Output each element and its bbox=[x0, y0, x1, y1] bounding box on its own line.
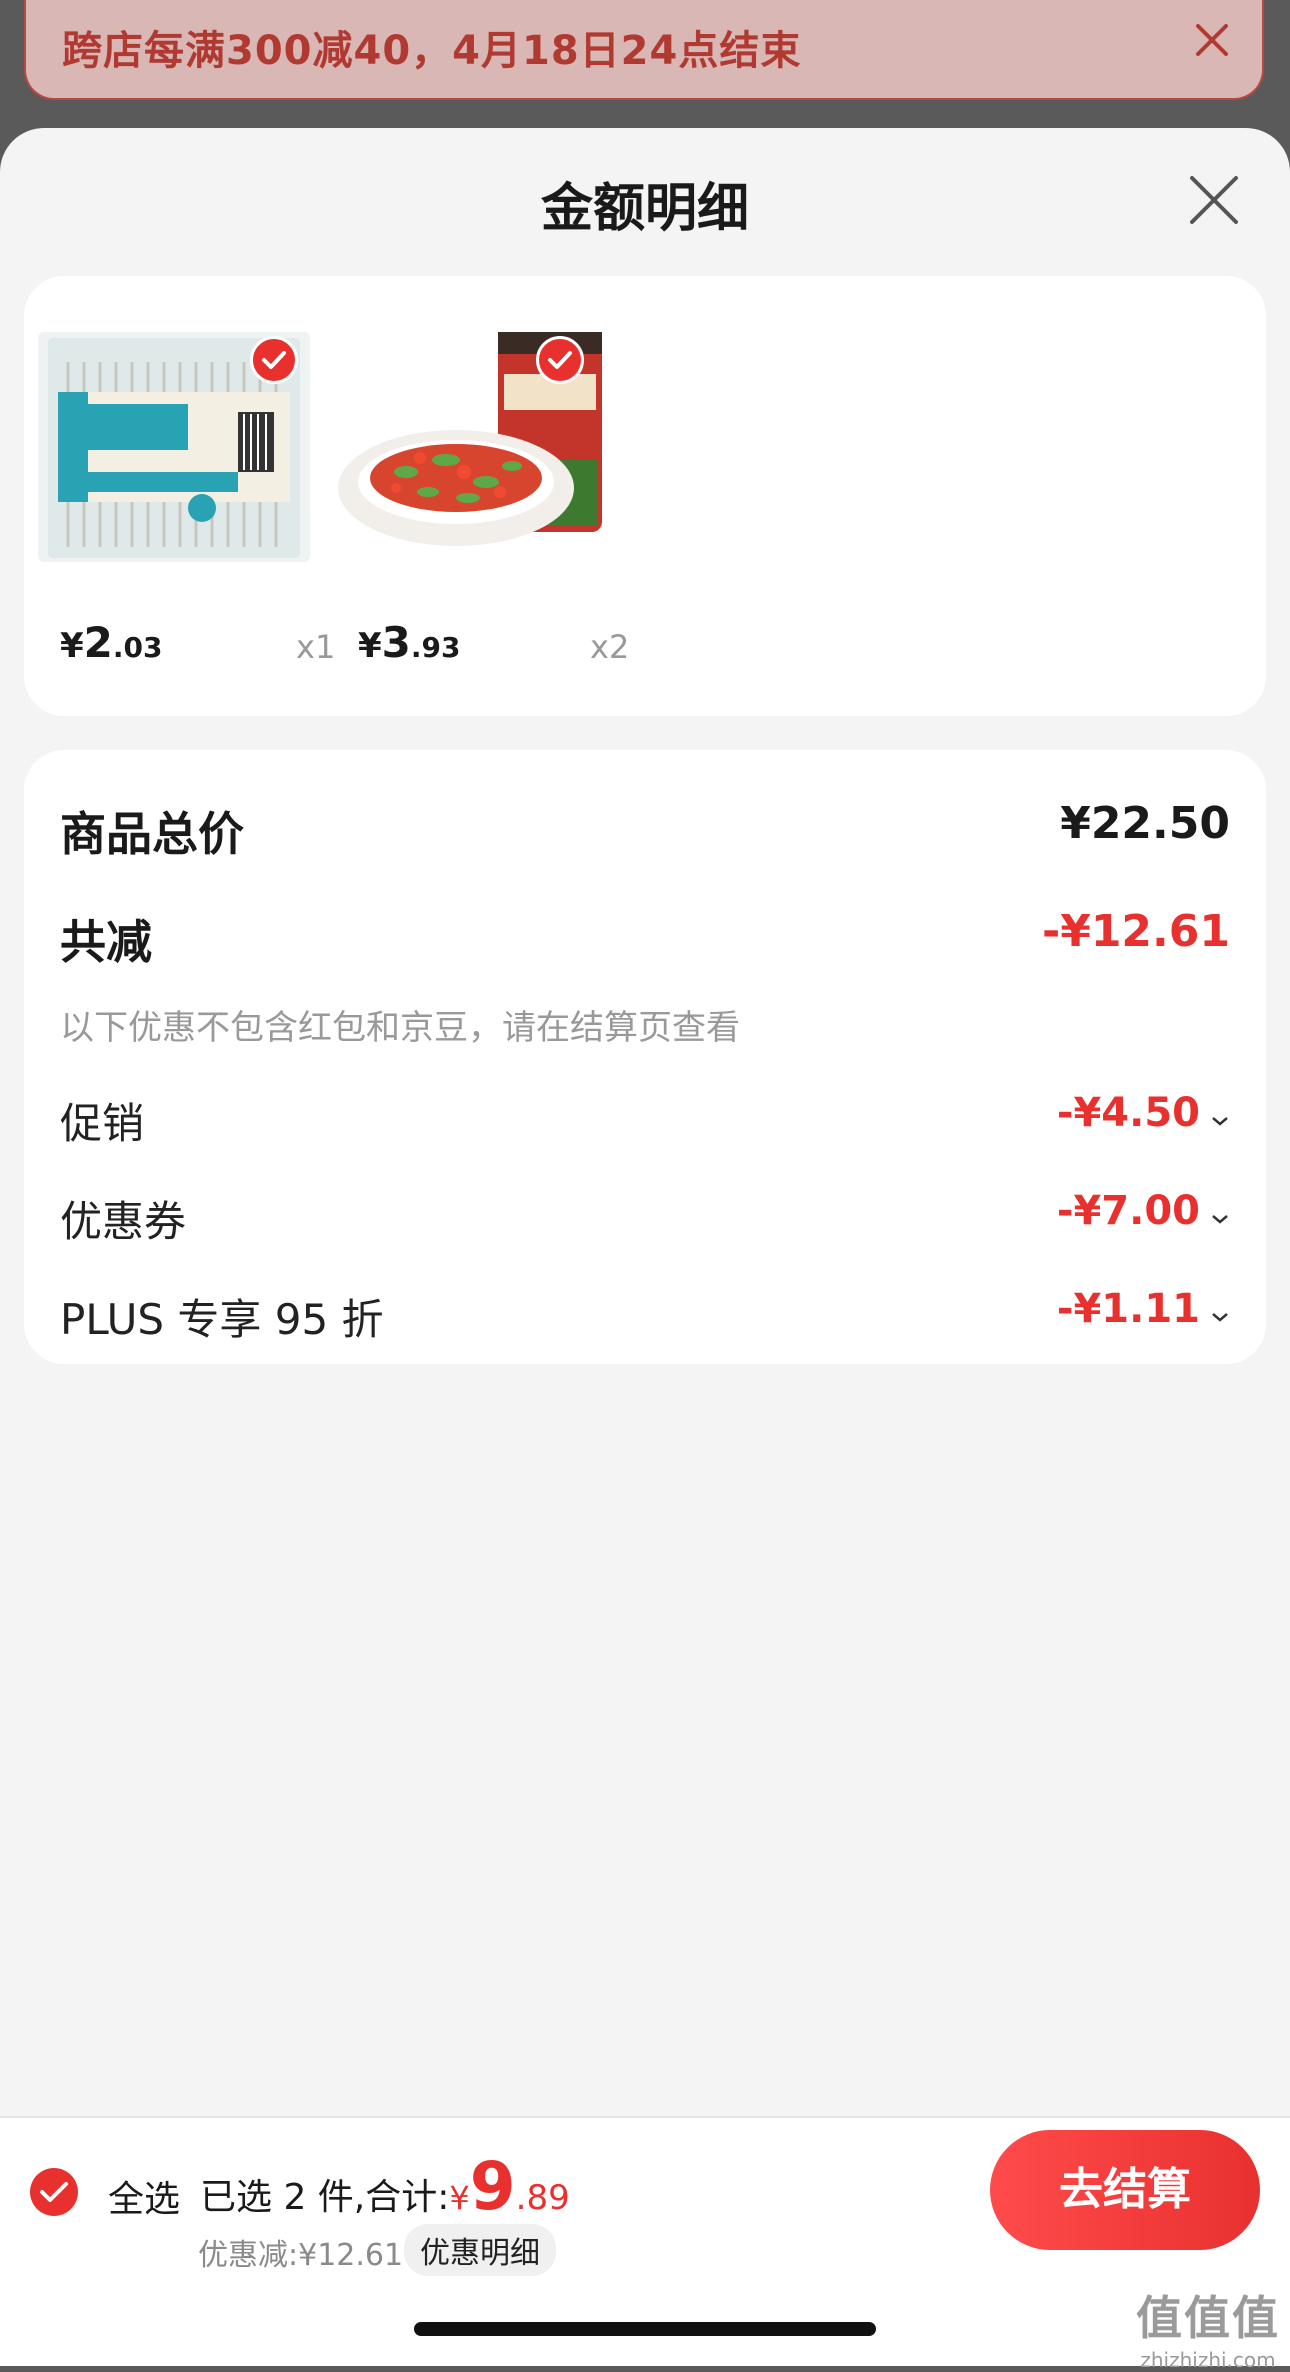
selected-total: 已选 2 件,合计:¥9.89 bbox=[200, 2148, 570, 2225]
product-item[interactable]: ¥3.93 x2 bbox=[322, 276, 629, 716]
discount-label: 促销 bbox=[60, 1099, 145, 1148]
checked-icon[interactable] bbox=[250, 336, 298, 384]
close-icon[interactable] bbox=[1190, 18, 1234, 62]
select-all-checkbox[interactable] bbox=[30, 2168, 78, 2216]
discount-summary: 优惠减:¥12.61 bbox=[198, 2238, 404, 2273]
discount-value: -¥1.11 bbox=[1057, 1286, 1230, 1334]
price-integer: 3 bbox=[381, 618, 411, 667]
price-currency: ¥ bbox=[60, 626, 84, 666]
home-indicator bbox=[414, 2322, 876, 2336]
chevron-down-icon bbox=[1210, 1288, 1230, 1334]
price-currency: ¥ bbox=[358, 626, 382, 666]
total-integer: 9 bbox=[469, 2148, 516, 2225]
watermark: 值值值 zhizhizhi.com bbox=[1136, 2282, 1280, 2372]
chevron-down-icon bbox=[1210, 1190, 1230, 1236]
price-summary-card: 商品总价 ¥22.50 共减 -¥12.61 以下优惠不包含红包和京豆，请在结算… bbox=[24, 750, 1266, 1364]
goods-total-label: 商品总价 bbox=[60, 807, 244, 861]
discount-label: PLUS 专享 95 折 bbox=[60, 1295, 384, 1344]
discount-amount: -¥1.11 bbox=[1056, 1286, 1200, 1332]
price-decimal: .03 bbox=[112, 631, 163, 664]
price-integer: 2 bbox=[83, 618, 113, 667]
discount-value: -¥7.00 bbox=[1057, 1188, 1230, 1236]
total-currency: ¥ bbox=[449, 2179, 470, 2217]
discount-row-plus[interactable]: PLUS 专享 95 折 -¥1.11 bbox=[60, 1286, 1230, 1346]
promo-banner[interactable]: 跨店每满300减40，4月18日24点结束 bbox=[24, 0, 1264, 100]
close-icon[interactable] bbox=[1186, 172, 1242, 228]
watermark-logo: 值值值 bbox=[1136, 2291, 1280, 2345]
sheet-title: 金额明细 bbox=[540, 179, 749, 239]
product-item[interactable]: ¥2.03 x1 bbox=[24, 276, 335, 716]
watermark-url: zhizhizhi.com bbox=[1140, 2348, 1276, 2372]
discount-row-promotion[interactable]: 促销 -¥4.50 bbox=[60, 1090, 1230, 1150]
price-decimal: .93 bbox=[410, 631, 461, 664]
product-price: ¥3.93 bbox=[358, 618, 461, 667]
chevron-down-icon bbox=[1210, 1092, 1230, 1138]
checked-icon[interactable] bbox=[536, 336, 584, 384]
total-decimal: .89 bbox=[515, 2178, 570, 2218]
discount-row-coupon[interactable]: 优惠券 -¥7.00 bbox=[60, 1188, 1230, 1248]
total-reduce-label: 共减 bbox=[60, 915, 152, 969]
discount-amount: -¥7.00 bbox=[1056, 1188, 1200, 1234]
discount-label: 优惠券 bbox=[60, 1197, 187, 1246]
total-reduce-value: -¥12.61 bbox=[1041, 906, 1230, 957]
discount-value: -¥4.50 bbox=[1057, 1090, 1230, 1138]
amount-detail-sheet: 金额明细 ¥2.03 x1 ¥3.93 x2 商品总价 ¥22.50 共减 -¥… bbox=[0, 128, 1290, 2364]
total-reduce-row: 共减 -¥12.61 bbox=[60, 906, 1230, 969]
selected-count-text: 已选 2 件,合计: bbox=[200, 2177, 450, 2218]
goods-total-value: ¥22.50 bbox=[1060, 798, 1230, 849]
discount-note: 以下优惠不包含红包和京豆，请在结算页查看 bbox=[60, 1008, 740, 1048]
discount-amount: -¥4.50 bbox=[1056, 1090, 1200, 1136]
products-card: ¥2.03 x1 ¥3.93 x2 bbox=[24, 276, 1266, 716]
product-price: ¥2.03 bbox=[60, 618, 163, 667]
select-all-label[interactable]: 全选 bbox=[108, 2170, 180, 2222]
product-qty: x2 bbox=[590, 628, 630, 666]
goods-total-row: 商品总价 ¥22.50 bbox=[60, 798, 1230, 861]
promo-banner-text: 跨店每满300减40，4月18日24点结束 bbox=[62, 28, 802, 74]
discount-detail-button[interactable]: 优惠明细 bbox=[404, 2224, 556, 2276]
checkout-button[interactable]: 去结算 bbox=[990, 2130, 1260, 2250]
